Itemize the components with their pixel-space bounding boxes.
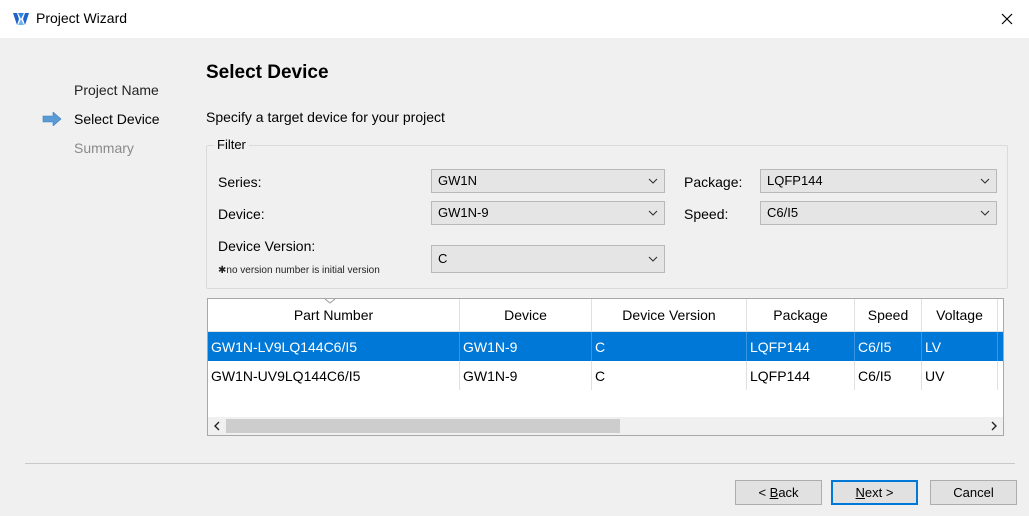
cell-device: GW1N-9 bbox=[460, 361, 592, 390]
scroll-right-button[interactable] bbox=[985, 417, 1003, 435]
horizontal-scrollbar[interactable] bbox=[208, 417, 1003, 435]
column-header-device-version[interactable]: Device Version bbox=[592, 299, 747, 331]
footer-separator bbox=[25, 463, 1015, 464]
chevron-down-icon bbox=[648, 256, 658, 262]
device-version-select[interactable]: C bbox=[431, 245, 665, 273]
package-value: LQFP144 bbox=[767, 173, 823, 188]
filter-legend: Filter bbox=[214, 137, 249, 152]
chevron-left-icon bbox=[214, 421, 220, 431]
scroll-left-button[interactable] bbox=[208, 417, 226, 435]
speed-label: Speed: bbox=[684, 206, 729, 222]
step-project-name: Project Name bbox=[74, 82, 159, 98]
cell-speed: C6/I5 bbox=[855, 361, 922, 390]
package-label: Package: bbox=[684, 174, 743, 190]
project-wizard-window: Project Wizard Project Name Select Devic… bbox=[0, 0, 1029, 516]
device-version-value: C bbox=[438, 251, 448, 266]
arrow-right-icon bbox=[42, 112, 62, 126]
cell-package: LQFP144 bbox=[747, 332, 855, 361]
device-version-note: ✱no version number is initial version bbox=[218, 265, 380, 276]
column-label: Device bbox=[504, 307, 547, 323]
chevron-down-icon bbox=[980, 210, 990, 216]
back-prefix: < bbox=[758, 485, 770, 500]
device-label: Device: bbox=[218, 206, 265, 222]
page-title: Select Device bbox=[206, 62, 329, 83]
table-header: Part Number Device Device Version Packag… bbox=[208, 299, 1003, 332]
column-header-voltage[interactable]: Voltage bbox=[922, 299, 998, 331]
cell-device: GW1N-9 bbox=[460, 332, 592, 361]
back-mnemonic: B bbox=[769, 485, 779, 500]
scrollbar-thumb[interactable] bbox=[226, 419, 620, 433]
column-label: Speed bbox=[867, 307, 909, 323]
device-version-label: Device Version: bbox=[218, 238, 316, 254]
column-label: Voltage bbox=[936, 307, 983, 323]
cell-part-number: GW1N-UV9LQ144C6/I5 bbox=[208, 361, 460, 390]
next-mnemonic: N bbox=[855, 485, 865, 500]
package-select[interactable]: LQFP144 bbox=[760, 169, 997, 193]
back-label-rest: ack bbox=[778, 485, 799, 500]
column-header-speed[interactable]: Speed bbox=[855, 299, 922, 331]
next-label-rest: ext > bbox=[864, 485, 894, 500]
page-subtitle: Specify a target device for your project bbox=[206, 109, 445, 125]
cancel-button[interactable]: Cancel bbox=[930, 480, 1017, 505]
cell-device-version: C bbox=[592, 332, 747, 361]
series-value: GW1N bbox=[438, 173, 477, 188]
window-title: Project Wizard bbox=[36, 10, 128, 26]
cell-part-number: GW1N-LV9LQ144C6/I5 bbox=[208, 332, 460, 361]
device-value: GW1N-9 bbox=[438, 205, 489, 220]
step-summary: Summary bbox=[74, 140, 134, 156]
chevron-right-icon bbox=[991, 421, 997, 431]
column-header-device[interactable]: Device bbox=[460, 299, 592, 331]
chevron-down-icon bbox=[648, 178, 658, 184]
speed-select[interactable]: C6/I5 bbox=[760, 201, 997, 225]
cell-device-version: C bbox=[592, 361, 747, 390]
gowin-logo-icon bbox=[13, 13, 29, 25]
chevron-down-icon bbox=[648, 210, 658, 216]
cell-voltage: UV bbox=[922, 361, 998, 390]
column-header-part-number[interactable]: Part Number bbox=[208, 299, 460, 331]
step-select-device: Select Device bbox=[74, 111, 160, 127]
next-button[interactable]: Next > bbox=[831, 480, 918, 505]
close-button[interactable] bbox=[985, 0, 1029, 38]
cell-voltage: LV bbox=[922, 332, 998, 361]
column-label: Package bbox=[773, 307, 828, 323]
table-row[interactable]: GW1N-LV9LQ144C6/I5 GW1N-9 C LQFP144 C6/I… bbox=[208, 332, 1003, 361]
title-bar: Project Wizard bbox=[0, 0, 1029, 38]
table-row[interactable]: GW1N-UV9LQ144C6/I5 GW1N-9 C LQFP144 C6/I… bbox=[208, 361, 1003, 390]
back-button[interactable]: < Back bbox=[735, 480, 822, 505]
sort-indicator-icon bbox=[324, 299, 336, 304]
speed-value: C6/I5 bbox=[767, 205, 799, 220]
column-label: Part Number bbox=[293, 307, 374, 323]
cell-speed: C6/I5 bbox=[855, 332, 922, 361]
column-header-package[interactable]: Package bbox=[747, 299, 855, 331]
series-select[interactable]: GW1N bbox=[431, 169, 665, 193]
chevron-down-icon bbox=[980, 178, 990, 184]
cell-package: LQFP144 bbox=[747, 361, 855, 390]
close-icon bbox=[1001, 13, 1013, 25]
column-label: Device Version bbox=[622, 307, 716, 323]
device-table: Part Number Device Device Version Packag… bbox=[207, 298, 1004, 436]
device-select[interactable]: GW1N-9 bbox=[431, 201, 665, 225]
series-label: Series: bbox=[218, 174, 262, 190]
